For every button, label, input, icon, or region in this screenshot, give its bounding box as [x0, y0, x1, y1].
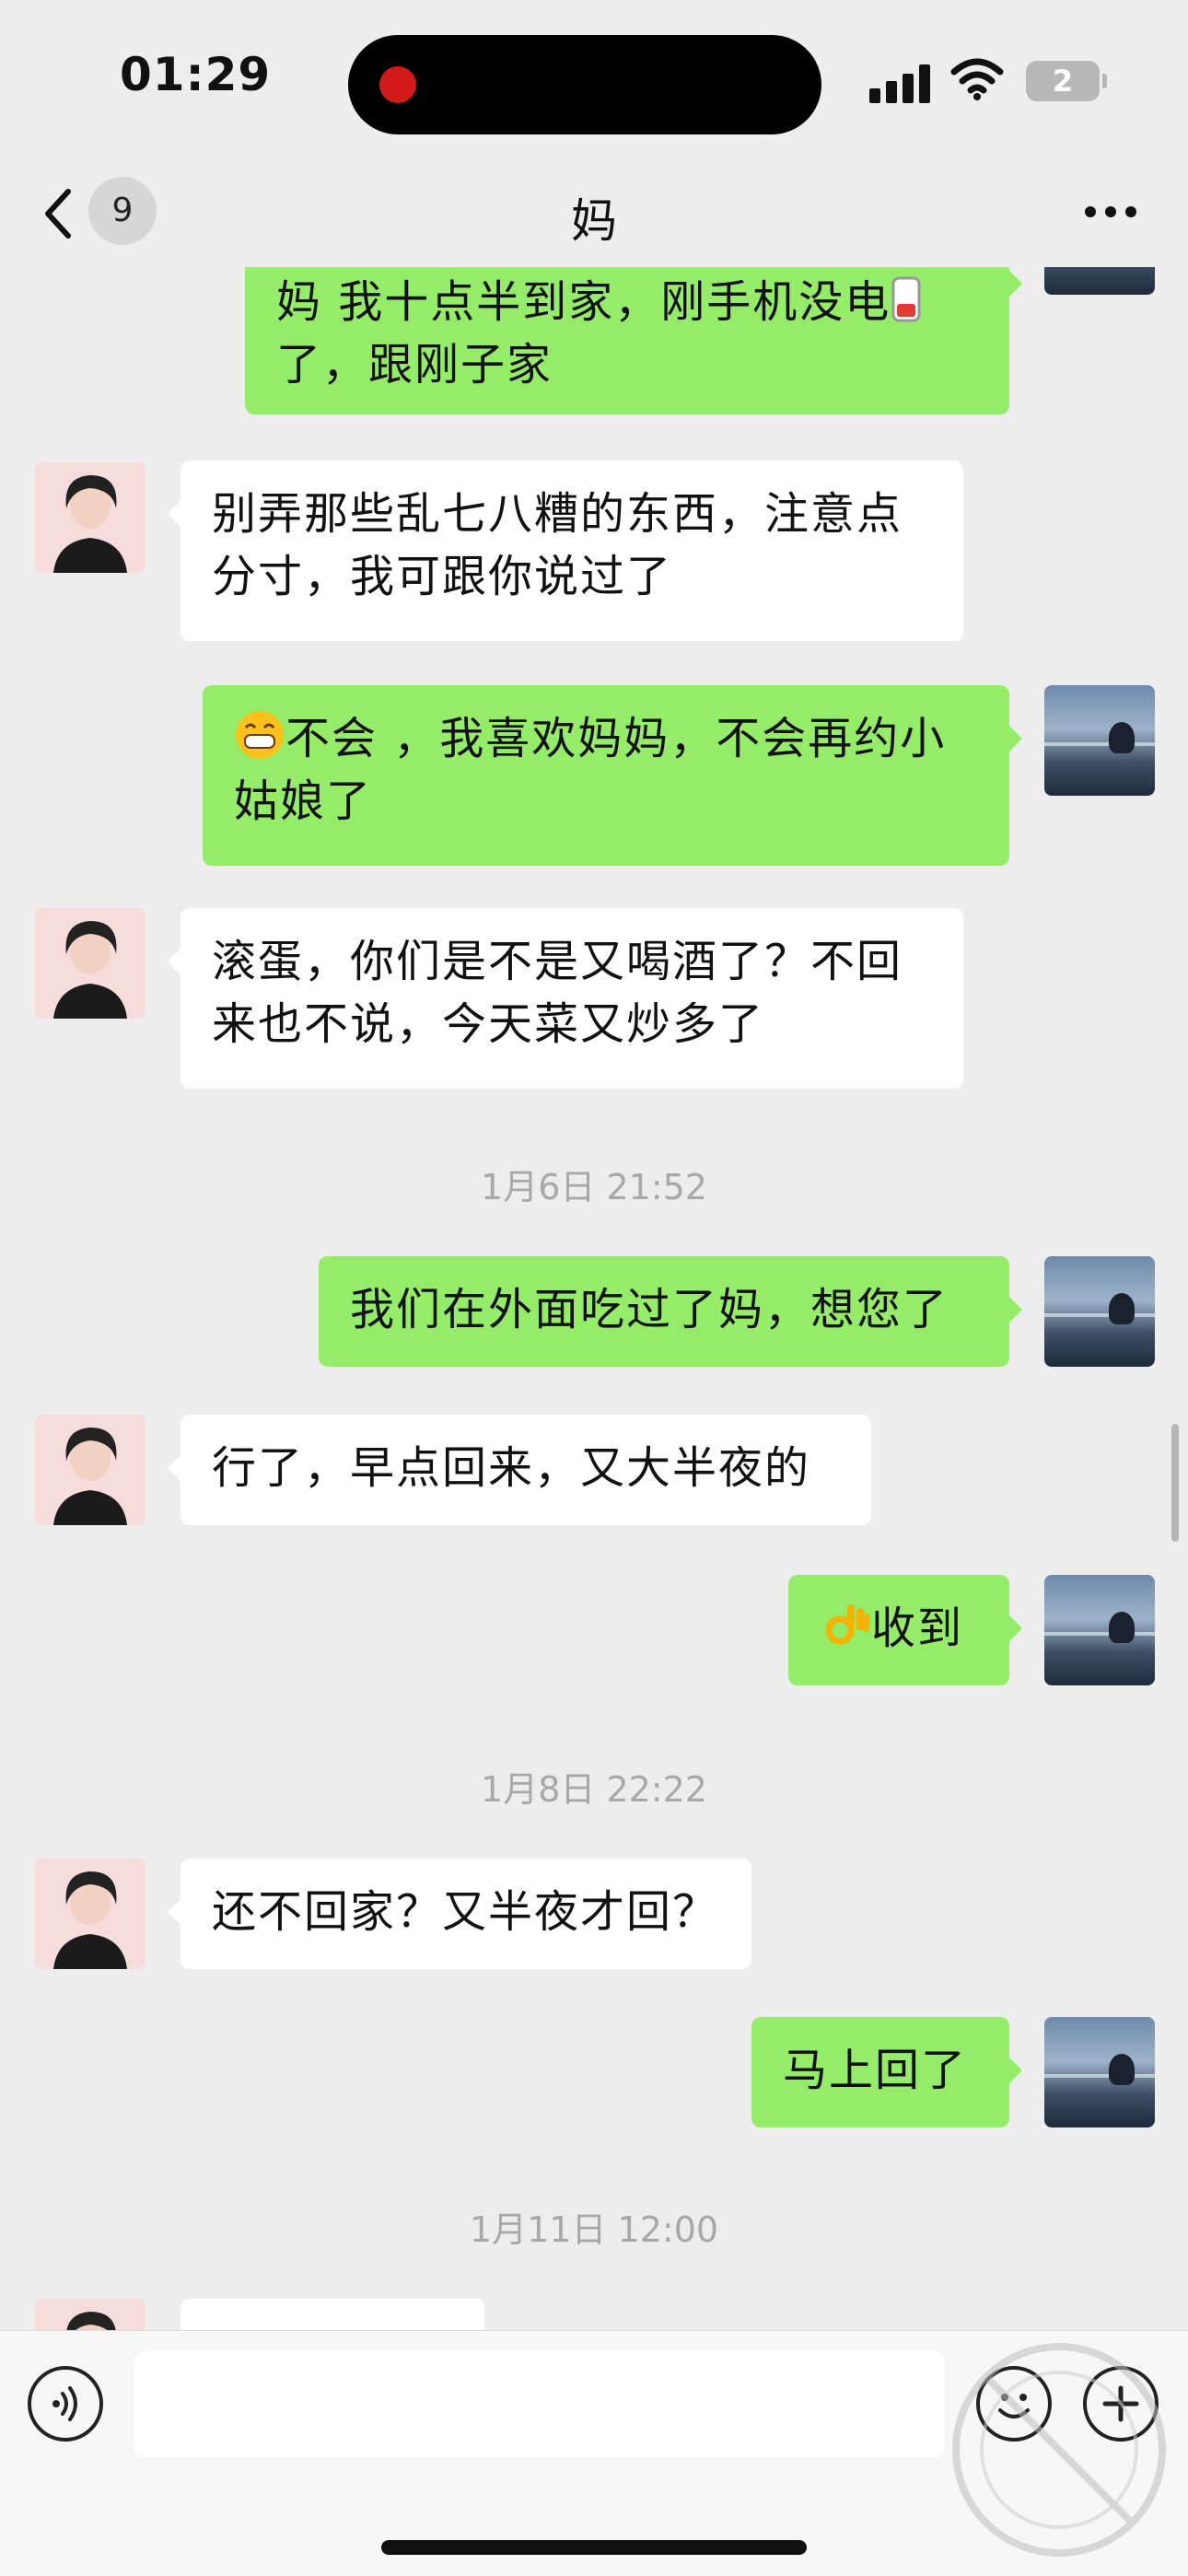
timestamp: 1月11日 12:00: [469, 2209, 719, 2250]
my-avatar[interactable]: [1044, 685, 1155, 796]
message-bubble-outgoing[interactable]: 马上回了: [751, 2017, 1022, 2127]
message-bubble-incoming[interactable]: 别弄那些乱七八糟的东西，注意点分寸，我可跟你说过了: [168, 460, 963, 641]
message-list[interactable]: 妈 我十点半到家，刚手机没电 了，跟刚子家 别弄那些乱七八糟的东西，注意点分寸，我…: [0, 267, 1188, 2330]
message-bubble-outgoing[interactable]: 收到: [788, 1575, 1022, 1685]
message-text: 还不回家？又半夜才回？: [212, 1886, 719, 1938]
message-text: 我们在外面吃过了妈，想您了: [350, 1284, 949, 1335]
message-bubble-incoming[interactable]: 还不回家？又半夜才回？: [168, 1859, 751, 1969]
my-avatar[interactable]: [1044, 1256, 1155, 1367]
message-bubble-incoming[interactable]: [181, 2299, 484, 2330]
mom-avatar[interactable]: [35, 908, 146, 1019]
low-battery-emoji-icon: [891, 276, 921, 322]
message-text: 不会 ，我喜欢妈妈，不会再约小姑娘了: [234, 713, 947, 827]
message-bubble-outgoing[interactable]: 我们在外面吃过了妈，想您了: [319, 1256, 1022, 1367]
message-text: 行了，早点回来，又大半夜的: [212, 1442, 811, 1494]
grin-emoji-icon: [236, 711, 284, 759]
home-indicator[interactable]: [381, 2540, 807, 2555]
message-text: 马上回了: [783, 2045, 968, 2096]
message-text: 妈 我十点半到家，刚手机没电: [276, 276, 891, 328]
status-bar: 01:29 2: [0, 0, 1188, 157]
message-text: 收到: [871, 1603, 964, 1654]
status-time: 01:29: [120, 48, 272, 101]
message-text-continued: 了，跟刚子家: [276, 339, 553, 390]
dynamic-island: [348, 35, 821, 134]
wifi-icon: [950, 58, 1004, 100]
message-text: 滚蛋，你们是不是又喝酒了？不回来也不说，今天菜又炒多了: [212, 936, 903, 1050]
message-bubble-outgoing[interactable]: 不会 ，我喜欢妈妈，不会再约小姑娘了: [203, 685, 1022, 866]
mom-avatar[interactable]: [35, 1415, 146, 1525]
scroll-indicator[interactable]: [1171, 1424, 1179, 1542]
message-text: 别弄那些乱七八糟的东西，注意点分寸，我可跟你说过了: [212, 488, 903, 602]
battery-level: 2: [1052, 64, 1074, 99]
battery-icon: 2: [1026, 61, 1107, 101]
my-avatar[interactable]: [1044, 267, 1155, 295]
ok-hand-emoji-icon: [825, 1604, 869, 1645]
my-avatar[interactable]: [1044, 2017, 1155, 2127]
mom-avatar[interactable]: [35, 462, 146, 573]
timestamp: 1月6日 21:52: [481, 1167, 707, 1207]
mom-avatar[interactable]: [35, 1859, 146, 1969]
recording-indicator-icon: [379, 66, 416, 103]
more-icon[interactable]: [1083, 204, 1138, 219]
message-bubble-incoming[interactable]: 行了，早点回来，又大半夜的: [168, 1415, 871, 1525]
message-bubble-outgoing[interactable]: 妈 我十点半到家，刚手机没电 了，跟刚子家: [245, 267, 1022, 414]
chat-title: 妈: [571, 194, 617, 248]
voice-icon: [52, 2386, 77, 2421]
timestamp: 1月8日 22:22: [481, 1769, 707, 1810]
my-avatar[interactable]: [1044, 1575, 1155, 1685]
watermark-stamp: [952, 2343, 1166, 2557]
signal-icon: [869, 64, 930, 103]
message-bubble-incoming[interactable]: 滚蛋，你们是不是又喝酒了？不回来也不说，今天菜又炒多了: [168, 908, 963, 1089]
mom-avatar[interactable]: [35, 2299, 146, 2330]
message-input[interactable]: [134, 2351, 945, 2458]
voice-input-button[interactable]: [28, 2366, 103, 2442]
